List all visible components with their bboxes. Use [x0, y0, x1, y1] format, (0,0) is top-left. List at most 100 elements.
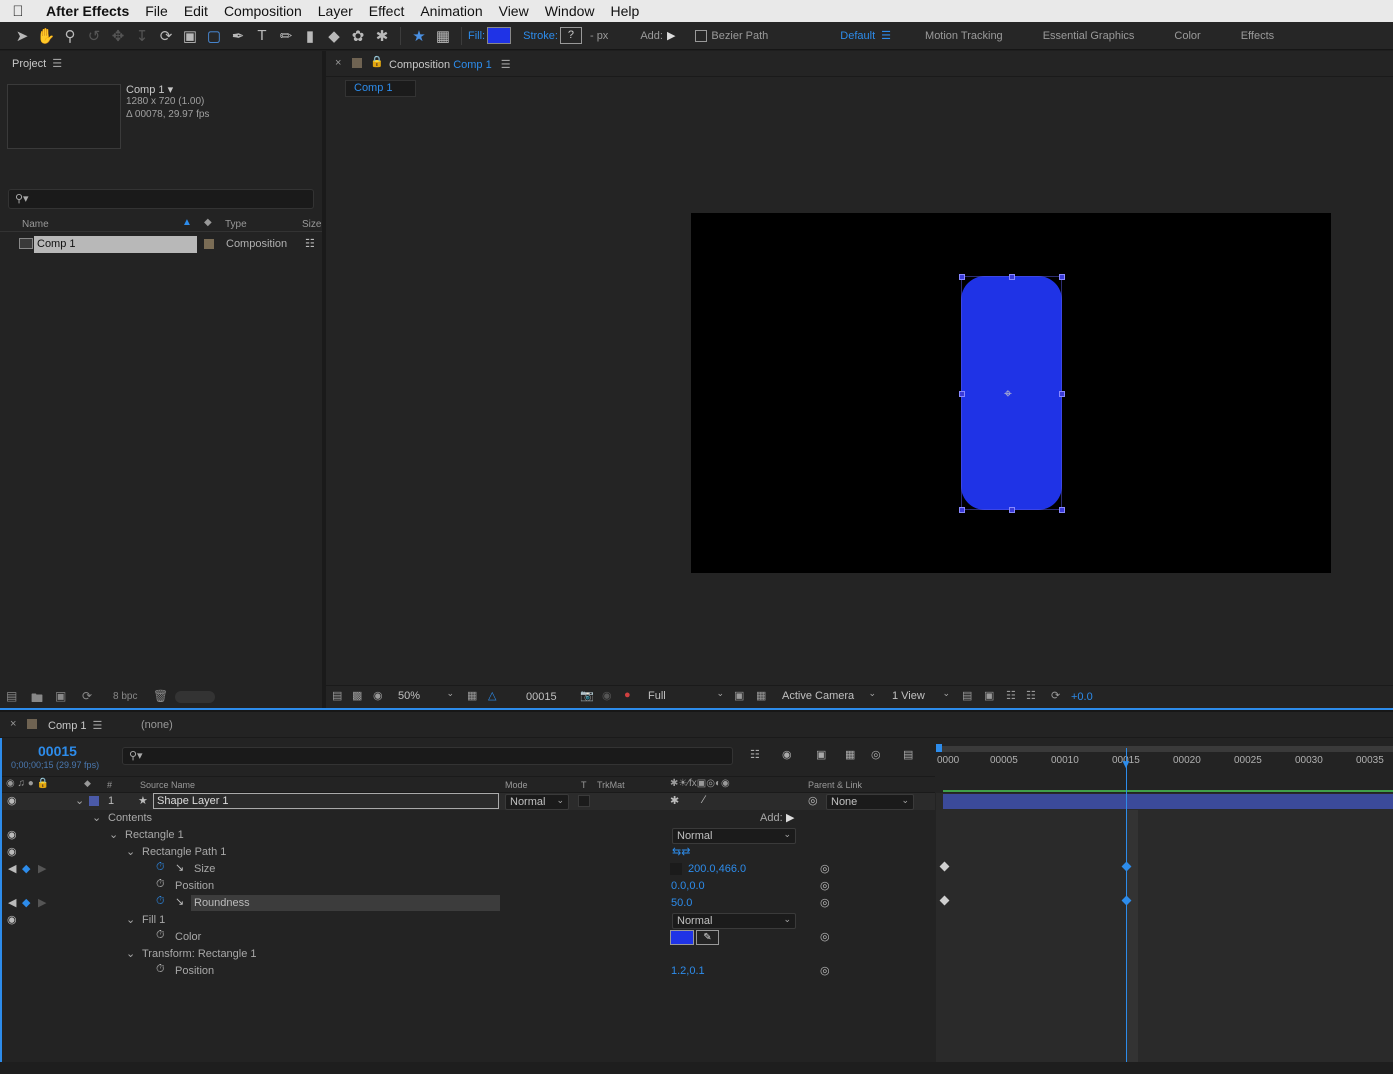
fit-frame-icon[interactable]: ▦	[467, 689, 477, 702]
size-property-row[interactable]: ◀ ◆ ▶ ⏱ ↘ Size 200.0,466.0 ◎	[0, 861, 935, 878]
stopwatch-icon[interactable]: ⏱	[156, 963, 165, 976]
twirl-down-icon[interactable]: ⌄	[75, 794, 84, 807]
transform-group-label[interactable]: Transform: Rectangle 1	[142, 948, 257, 960]
snapshot-icon[interactable]: 📷	[580, 689, 594, 702]
rectangle-path-label[interactable]: Rectangle Path 1	[142, 846, 226, 858]
col-trkmat[interactable]: TrkMat	[597, 780, 625, 790]
flowchart-icon[interactable]: ☷	[305, 237, 315, 250]
workspace-motion-tracking[interactable]: Motion Tracking	[905, 30, 1023, 42]
rectangle-tool-icon[interactable]: ▢	[202, 25, 226, 47]
workspace-essential-graphics[interactable]: Essential Graphics	[1023, 30, 1155, 42]
roundness-value[interactable]: 50.0	[671, 897, 692, 909]
lock-icon[interactable]: 🔒	[370, 55, 384, 68]
panel-menu-icon[interactable]: ☰	[501, 59, 511, 71]
size-value[interactable]: 200.0,466.0	[688, 863, 746, 875]
app-name-menu[interactable]: After Effects	[36, 3, 137, 19]
comp-mini-flowchart-icon[interactable]: ☷	[750, 748, 760, 761]
bezier-checkbox[interactable]	[695, 29, 708, 42]
position-value[interactable]: 0.0,0.0	[671, 880, 705, 892]
col-name[interactable]: Name	[22, 219, 49, 230]
quality-switch-icon[interactable]: ∕	[703, 794, 705, 806]
fill-swatch[interactable]	[487, 27, 512, 44]
add-arrow-icon[interactable]: ▶	[667, 29, 675, 42]
stopwatch-icon[interactable]: ⏱	[156, 895, 165, 908]
expression-pickwhip-icon[interactable]: ◎	[820, 879, 830, 892]
fill-color-swatch[interactable]	[670, 930, 694, 945]
workspace-color[interactable]: Color	[1154, 30, 1220, 42]
playhead-marker-icon[interactable]: ▼	[1120, 757, 1132, 771]
timeline-track-area[interactable]	[936, 790, 1393, 1063]
rectangle-path-row[interactable]: ◉ ⌄ Rectangle Path 1 ⇆⇄	[0, 844, 935, 861]
transform-group-row[interactable]: ⌄ Transform: Rectangle 1	[0, 946, 935, 963]
workspace-menu-icon[interactable]: ☰	[881, 29, 905, 42]
exposure-value[interactable]: +0.0	[1071, 691, 1093, 703]
label-swatch[interactable]	[204, 239, 214, 249]
view-layout-dropdown[interactable]: 1 View ⌄	[888, 688, 954, 704]
interpret-footage-icon[interactable]: ▤	[6, 689, 17, 703]
path-direction-icon[interactable]: ⇆⇄	[672, 845, 690, 858]
transform-position-row[interactable]: ⏱ Position 1.2,0.1 ◎	[0, 963, 935, 980]
layer-row[interactable]: ◉ ⌄ 1 ★ Shape Layer 1 Normal ⌄ ✱ ∕ ◎ None…	[0, 793, 935, 810]
hand-tool-icon[interactable]: ✋	[34, 25, 58, 47]
eraser-tool-icon[interactable]: ◆	[322, 25, 346, 47]
roto-brush-tool-icon[interactable]: ✿	[346, 25, 370, 47]
fill-label[interactable]: Fill:	[468, 30, 485, 42]
layer-name-field[interactable]: Shape Layer 1	[153, 793, 499, 809]
transform-handle[interactable]	[1009, 507, 1015, 513]
color-property-row[interactable]: ⏱ Color ✎ ◎	[0, 929, 935, 946]
keyframe[interactable]	[939, 861, 950, 872]
col-size[interactable]: Size	[302, 219, 321, 230]
workspace-effects[interactable]: Effects	[1221, 30, 1294, 42]
layer-duration-bar[interactable]	[943, 794, 1393, 809]
visibility-eye-icon[interactable]: ◉	[7, 794, 17, 807]
twirl-down-icon[interactable]: ⌄	[92, 811, 101, 824]
pickwhip-icon[interactable]: ◎	[808, 794, 818, 807]
transform-handle[interactable]	[1059, 274, 1065, 280]
channel-icon[interactable]: ●	[624, 689, 631, 701]
transparency-grid-icon[interactable]: ▦	[756, 689, 766, 702]
timeline-tab[interactable]: Comp 1 ☰	[48, 719, 102, 732]
always-preview-icon[interactable]: ▤	[332, 689, 342, 702]
mask-grid-icon[interactable]: ▦	[431, 25, 455, 47]
transform-handle[interactable]	[959, 507, 965, 513]
position-property-row[interactable]: ⏱ Position 0.0,0.0 ◎	[0, 878, 935, 895]
fast-preview-icon[interactable]: ▣	[984, 689, 994, 702]
transform-position-value[interactable]: 1.2,0.1	[671, 965, 705, 977]
selection-tool-icon[interactable]: ➤	[10, 25, 34, 47]
graph-editor-icon[interactable]: ▤	[903, 748, 913, 761]
work-area-start-handle[interactable]	[936, 744, 942, 752]
trkmat-box[interactable]	[578, 795, 590, 807]
comp-breadcrumb[interactable]: Comp 1	[345, 80, 416, 97]
draft-3d-icon[interactable]: ◉	[782, 748, 792, 761]
dolly-tool-icon[interactable]: ↧	[130, 25, 154, 47]
twirl-down-icon[interactable]: ⌄	[126, 947, 135, 960]
reset-exposure-icon[interactable]: ⟳	[1051, 689, 1060, 702]
rotate-tool-icon[interactable]: ⟳	[154, 25, 178, 47]
parent-dropdown[interactable]: None ⌄	[826, 794, 914, 810]
zoom-dropdown[interactable]: 50% ⌄	[394, 688, 458, 704]
close-tab-icon[interactable]: ×	[10, 718, 16, 730]
col-t[interactable]: T	[581, 780, 587, 790]
col-parent[interactable]: Parent & Link	[808, 780, 862, 790]
visibility-eye-icon[interactable]: ◉	[7, 845, 17, 858]
transform-handle[interactable]	[959, 274, 965, 280]
comp-tab[interactable]: × 🔒 Composition Comp 1 ☰	[326, 51, 1393, 77]
stroke-swatch[interactable]: ?	[559, 27, 582, 44]
project-tab[interactable]: Project ☰	[12, 57, 62, 70]
camera-dropdown[interactable]: Active Camera ⌄	[778, 688, 880, 704]
next-keyframe-icon[interactable]: ▶	[38, 862, 46, 875]
menu-composition[interactable]: Composition	[216, 3, 310, 19]
thumbnail-slider[interactable]	[175, 691, 215, 703]
prev-keyframe-icon[interactable]: ◀	[8, 896, 16, 909]
workspace-default[interactable]: Default	[820, 30, 881, 42]
rectangle-group-row[interactable]: ◉ ⌄ Rectangle 1 Normal ⌄	[0, 827, 935, 844]
flowchart-icon[interactable]: ☷	[1026, 689, 1036, 702]
menu-layer[interactable]: Layer	[310, 3, 361, 19]
pan-tool-icon[interactable]: ✥	[106, 25, 130, 47]
transform-handle[interactable]	[1059, 391, 1065, 397]
menu-file[interactable]: File	[137, 3, 176, 19]
work-area-bar[interactable]	[938, 746, 1393, 752]
label-col-icon[interactable]: ◆	[84, 778, 91, 789]
menu-help[interactable]: Help	[603, 3, 648, 19]
fill-mode-dropdown[interactable]: Normal ⌄	[672, 913, 796, 929]
